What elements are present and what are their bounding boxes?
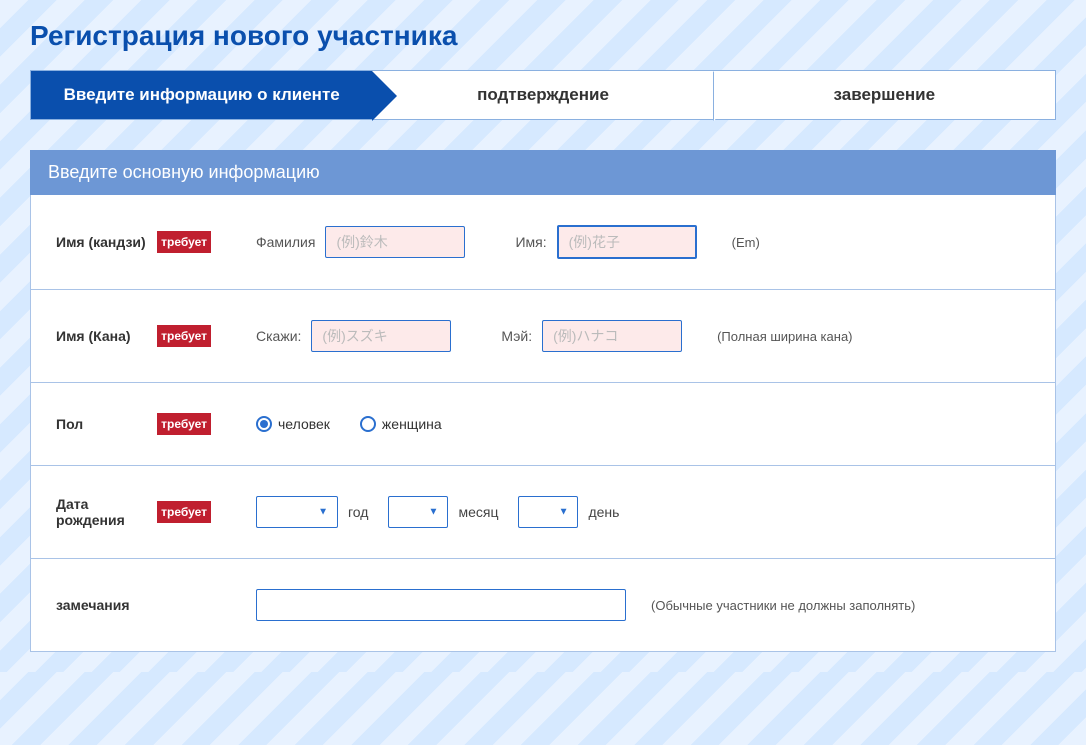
kana-name-label: Имя (Кана) [56,328,131,344]
kana-hint: (Полная ширина кана) [717,329,852,344]
kana-name-input[interactable] [542,320,682,352]
kana-surname-input[interactable] [311,320,451,352]
year-select[interactable] [256,496,338,528]
page-title: Регистрация нового участника [30,20,1056,52]
kana-name-sublabel: Мэй: [501,328,532,344]
kana-surname-sublabel: Скажи: [256,328,301,344]
required-badge: требует [157,413,211,435]
required-badge: требует [157,325,211,347]
kanji-surname-input[interactable] [325,226,465,258]
kanji-name-label: Имя (кандзи) [56,234,146,250]
row-gender: Пол требует человек женщина [31,382,1055,465]
required-badge: требует [157,501,211,523]
kanji-name-sublabel: Имя: [515,234,546,250]
section-header-basic-info: Введите основную информацию [30,150,1056,195]
row-birthdate: Дата рождения требует год месяц день [31,465,1055,558]
gender-label: Пол [56,416,83,432]
radio-male-label: человек [278,416,330,432]
row-notes: замечания (Обычные участники не должны з… [31,558,1055,651]
notes-input[interactable] [256,589,626,621]
radio-female[interactable] [360,416,376,432]
required-badge: требует [157,231,211,253]
kanji-surname-sublabel: Фамилия [256,234,315,250]
notes-hint: (Обычные участники не должны заполнять) [651,598,915,613]
step-confirmation: подтверждение [372,71,713,119]
birthdate-label: Дата рождения [56,496,157,528]
kanji-hint: (Em) [732,235,760,250]
kanji-name-input[interactable] [557,225,697,259]
step-completion: завершение [714,71,1055,119]
progress-steps: Введите информацию о клиенте подтвержден… [30,70,1056,120]
row-kanji-name: Имя (кандзи) требует Фамилия Имя: (Em) [31,195,1055,289]
radio-female-item[interactable]: женщина [360,416,442,432]
registration-form: Имя (кандзи) требует Фамилия Имя: (Em) И… [30,195,1056,652]
radio-female-label: женщина [382,416,442,432]
month-select[interactable] [388,496,448,528]
month-unit: месяц [458,504,498,520]
radio-male[interactable] [256,416,272,432]
row-kana-name: Имя (Кана) требует Скажи: Мэй: (Полная ш… [31,289,1055,382]
day-unit: день [588,504,619,520]
day-select[interactable] [518,496,578,528]
notes-label: замечания [56,597,130,613]
year-unit: год [348,504,368,520]
step-client-info: Введите информацию о клиенте [31,71,372,119]
radio-male-item[interactable]: человек [256,416,330,432]
